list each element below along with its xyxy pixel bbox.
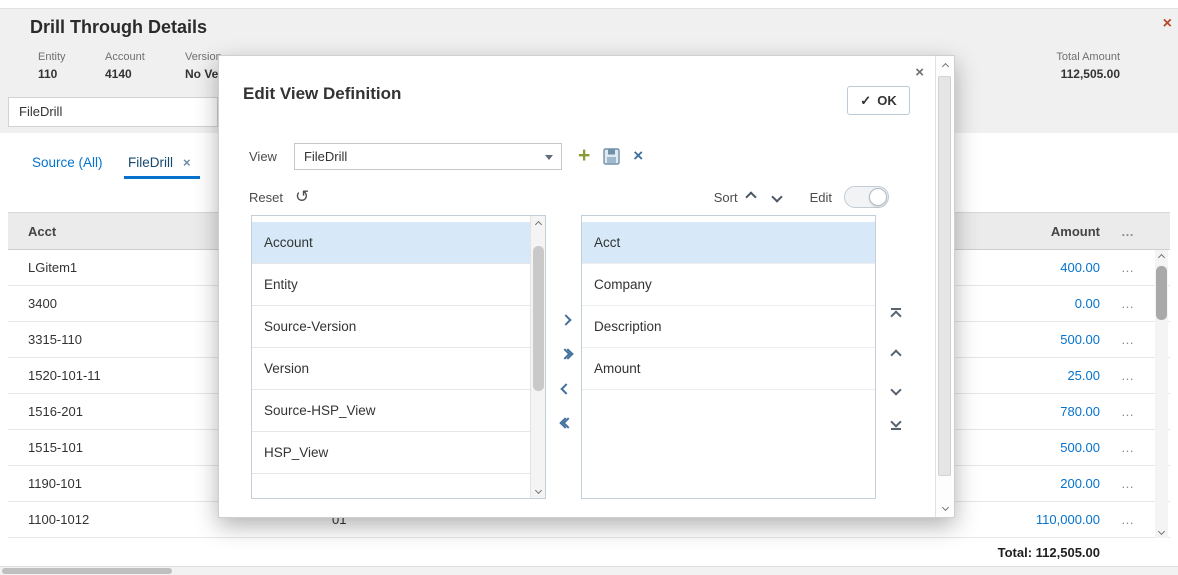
- pov-account-label: Account: [105, 51, 145, 63]
- move-left-icon[interactable]: [555, 378, 577, 400]
- row-overflow-icon[interactable]: …: [1100, 260, 1156, 275]
- row-overflow-icon[interactable]: …: [1100, 476, 1156, 491]
- row-overflow-icon[interactable]: …: [1100, 512, 1156, 527]
- save-view-icon[interactable]: [603, 147, 620, 165]
- dialog-close-icon[interactable]: ×: [915, 64, 924, 81]
- tab-source-all[interactable]: Source (All): [32, 155, 103, 170]
- cell-amount-link[interactable]: 25.00: [990, 368, 1100, 383]
- pov-account-value: 4140: [105, 67, 132, 81]
- pov-entity: Entity 110: [38, 51, 66, 81]
- dialog-scrollbar-thumb[interactable]: [938, 76, 951, 476]
- table-hscrollbar[interactable]: [0, 566, 1178, 575]
- total-amount: Total Amount 112,505.00: [1056, 51, 1120, 81]
- reset-icon[interactable]: ↺: [295, 188, 309, 206]
- tab-filedrill-label: FileDrill: [128, 155, 173, 170]
- add-view-icon[interactable]: +: [578, 145, 590, 166]
- edit-toggle-knob: [869, 188, 887, 206]
- page-close-icon[interactable]: ×: [1163, 15, 1172, 33]
- pov-version-label: Version: [185, 51, 222, 63]
- pov-entity-value: 110: [38, 67, 58, 81]
- pov-entity-label: Entity: [38, 51, 66, 63]
- cell-amount-link[interactable]: 400.00: [990, 260, 1100, 275]
- cell-amount-link[interactable]: 200.00: [990, 476, 1100, 491]
- scroll-up-icon[interactable]: [936, 58, 954, 74]
- reset-label: Reset: [249, 189, 283, 205]
- pov-version-value: No Ve: [185, 67, 219, 81]
- cell-amount-link[interactable]: 780.00: [990, 404, 1100, 419]
- header-overflow-icon[interactable]: …: [1100, 224, 1156, 239]
- row-overflow-icon[interactable]: …: [1100, 368, 1156, 383]
- ok-button[interactable]: ✓ OK: [847, 86, 910, 115]
- total-amount-label: Total Amount: [1056, 51, 1120, 63]
- scroll-down-icon[interactable]: [936, 499, 954, 515]
- pov-version: Version No Ve: [185, 51, 222, 81]
- filedrill-field-value: FileDrill: [19, 104, 63, 119]
- move-down-icon[interactable]: [883, 378, 909, 402]
- move-to-bottom-icon[interactable]: [883, 412, 909, 436]
- available-item[interactable]: Source-Version: [252, 306, 530, 348]
- scroll-down-icon[interactable]: [531, 483, 545, 497]
- available-item[interactable]: Entity: [252, 264, 530, 306]
- selected-item[interactable]: Amount: [582, 348, 875, 390]
- list-scrollbar[interactable]: [530, 216, 545, 498]
- scroll-down-icon[interactable]: [1155, 524, 1168, 538]
- move-all-right-icon[interactable]: [555, 343, 577, 365]
- tab-filedrill[interactable]: FileDrill ×: [128, 155, 191, 170]
- ok-button-label: OK: [877, 93, 897, 108]
- delete-view-icon[interactable]: ×: [633, 146, 643, 166]
- view-label: View: [249, 148, 277, 164]
- table-hscrollbar-thumb[interactable]: [2, 568, 172, 574]
- move-all-left-icon[interactable]: [555, 412, 577, 434]
- column-header-amount[interactable]: Amount: [990, 224, 1100, 239]
- sort-ascending-icon[interactable]: [738, 186, 764, 208]
- scroll-up-icon[interactable]: [1155, 250, 1168, 264]
- scroll-up-icon[interactable]: [531, 217, 545, 231]
- available-item[interactable]: Version: [252, 348, 530, 390]
- sort-label: Sort: [713, 189, 738, 205]
- view-dropdown[interactable]: FileDrill: [293, 142, 562, 170]
- sort-descending-icon[interactable]: [764, 186, 790, 208]
- move-right-icon[interactable]: [555, 309, 577, 331]
- table-total: Total: 112,505.00: [8, 538, 1170, 568]
- cell-amount-link[interactable]: 500.00: [990, 440, 1100, 455]
- edit-view-dialog: × Edit View Definition ✓ OK View FileDri…: [218, 55, 955, 518]
- total-amount-value: 112,505.00: [1060, 67, 1120, 81]
- check-icon: ✓: [860, 92, 872, 108]
- selected-item[interactable]: Description: [582, 306, 875, 348]
- available-columns-list: Account Entity Source-Version Version So…: [251, 215, 546, 499]
- view-dropdown-value: FileDrill: [303, 148, 348, 164]
- filedrill-field[interactable]: FileDrill: [8, 97, 218, 127]
- cell-amount-link[interactable]: 0.00: [990, 296, 1100, 311]
- selected-item[interactable]: Company: [582, 264, 875, 306]
- dialog-scrollbar[interactable]: [935, 56, 954, 517]
- available-item[interactable]: HSP_View: [252, 432, 530, 474]
- move-up-icon[interactable]: [883, 343, 909, 367]
- list-controls-row: Reset ↺ Sort Edit: [249, 184, 889, 210]
- chevron-down-icon: [544, 154, 553, 160]
- available-item[interactable]: Source-HSP_View: [252, 390, 530, 432]
- row-overflow-icon[interactable]: …: [1100, 440, 1156, 455]
- active-tab-underline: [124, 176, 200, 179]
- row-overflow-icon[interactable]: …: [1100, 332, 1156, 347]
- edit-toggle[interactable]: [844, 186, 889, 208]
- pov-account: Account 4140: [105, 51, 145, 81]
- move-to-top-icon[interactable]: [883, 302, 909, 326]
- dialog-title: Edit View Definition: [243, 84, 402, 103]
- selected-item[interactable]: Acct: [582, 222, 875, 264]
- available-item[interactable]: Account: [252, 222, 530, 264]
- row-overflow-icon[interactable]: …: [1100, 296, 1156, 311]
- list-scrollbar-thumb[interactable]: [533, 246, 544, 391]
- drill-through-screen: Drill Through Details × Entity 110 Accou…: [0, 0, 1178, 575]
- edit-label: Edit: [809, 189, 832, 205]
- row-overflow-icon[interactable]: …: [1100, 404, 1156, 419]
- tab-close-icon[interactable]: ×: [183, 155, 191, 170]
- table-scrollbar-thumb[interactable]: [1156, 266, 1167, 320]
- selected-columns-list: Acct Company Description Amount: [581, 215, 876, 499]
- view-selector-row: View FileDrill + ×: [249, 142, 643, 170]
- page-title: Drill Through Details: [30, 17, 208, 37]
- cell-amount-link[interactable]: 500.00: [990, 332, 1100, 347]
- cell-amount-link[interactable]: 110,000.00: [990, 512, 1100, 527]
